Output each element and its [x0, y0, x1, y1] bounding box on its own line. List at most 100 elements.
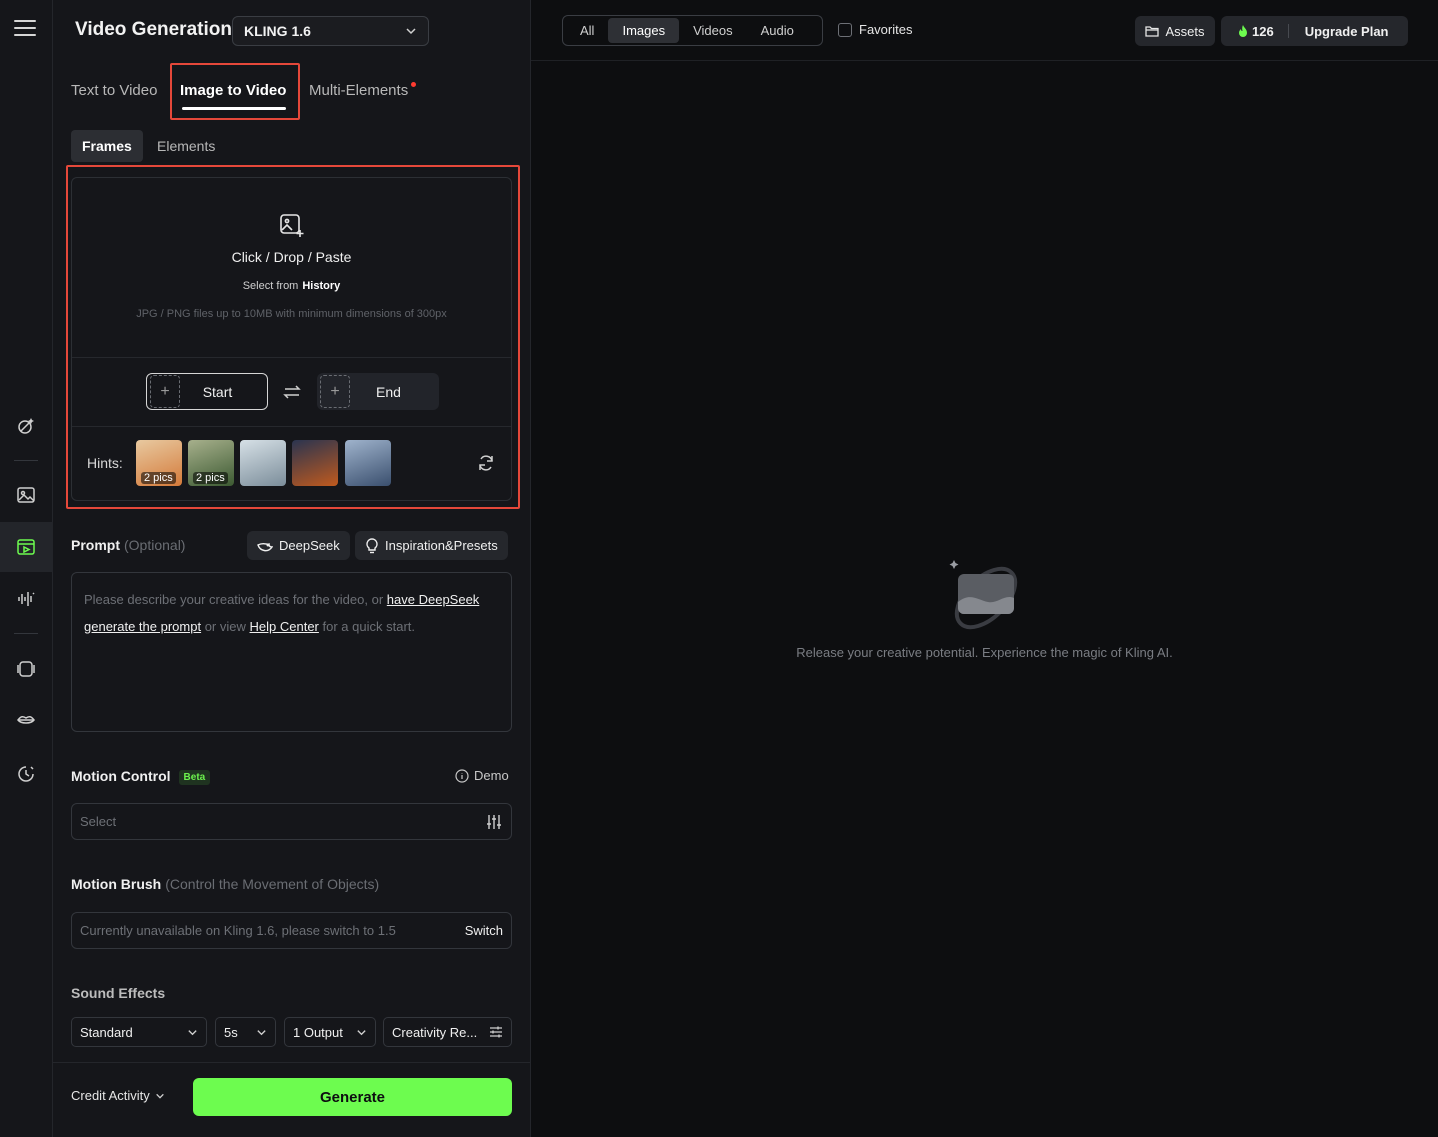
filter-all[interactable]: All — [566, 18, 608, 43]
menu-icon[interactable] — [14, 20, 36, 40]
output-count-value: 1 Output — [293, 1024, 343, 1040]
help-center-link[interactable]: Help Center — [250, 619, 319, 634]
filter-videos[interactable]: Videos — [679, 18, 747, 43]
deepseek-button[interactable]: DeepSeek — [247, 531, 350, 560]
chevron-down-icon — [406, 28, 416, 35]
assets-label: Assets — [1165, 23, 1205, 39]
creativity-settings[interactable]: Creativity Re... — [383, 1017, 512, 1047]
motion-brush-label: Motion Brush (Control the Movement of Obj… — [71, 876, 379, 892]
history-line: Select from History — [72, 280, 511, 292]
beta-badge: Beta — [178, 770, 211, 785]
upgrade-plan-button[interactable]: Upgrade Plan — [1289, 24, 1389, 39]
plan-widget[interactable]: 126 Upgrade Plan — [1221, 16, 1408, 46]
assets-button[interactable]: Assets — [1135, 16, 1215, 46]
hint-thumbnail[interactable] — [240, 440, 286, 486]
demo-link[interactable]: Demo — [455, 768, 509, 783]
prompt-placeholder-1: Please describe your creative ideas for … — [84, 592, 384, 607]
add-image-icon — [280, 214, 304, 237]
notification-dot — [411, 82, 416, 87]
plus-icon: + — [320, 375, 350, 408]
model-select-value: KLING 1.6 — [244, 23, 311, 39]
image-upload-area[interactable]: Click / Drop / Paste Select from History … — [71, 177, 512, 501]
top-bar: All Images Videos Audio Favorites Assets… — [531, 0, 1438, 61]
history-prefix: Select from — [242, 280, 299, 292]
filter-audio[interactable]: Audio — [747, 18, 808, 43]
switch-button[interactable]: Switch — [465, 923, 503, 938]
start-frame-button[interactable]: + Start — [146, 373, 268, 410]
prompt-placeholder-3: for a quick start. — [322, 619, 415, 634]
output-count-dropdown[interactable]: 1 Output — [284, 1017, 376, 1047]
demo-label: Demo — [474, 768, 509, 783]
subtab-frames[interactable]: Frames — [71, 130, 143, 162]
hint-thumbnail[interactable]: 2 pics — [188, 440, 234, 486]
rail-divider — [14, 633, 38, 634]
motion-control-select[interactable]: Select — [71, 803, 512, 840]
deepseek-icon — [257, 542, 273, 551]
highlight-box — [170, 63, 300, 120]
mode-dropdown[interactable]: Standard — [71, 1017, 207, 1047]
refresh-icon[interactable] — [476, 453, 496, 473]
hint-thumbnail[interactable] — [292, 440, 338, 486]
lightbulb-icon — [366, 537, 378, 553]
audio-wave-icon[interactable] — [14, 587, 38, 611]
duration-value: 5s — [224, 1024, 238, 1040]
chevron-down-icon — [357, 1029, 366, 1035]
favorites-checkbox[interactable]: Favorites — [838, 22, 912, 37]
prompt-label: Prompt (Optional) — [71, 537, 185, 553]
motion-brush-hint: (Control the Movement of Objects) — [165, 876, 380, 892]
subtab-elements[interactable]: Elements — [146, 130, 226, 162]
chevron-down-icon — [155, 1093, 164, 1099]
mode-value: Standard — [80, 1024, 133, 1040]
credit-activity-dropdown[interactable]: Credit Activity — [71, 1088, 165, 1103]
prompt-textarea[interactable]: Please describe your creative ideas for … — [71, 572, 512, 732]
motion-control-placeholder: Select — [80, 814, 117, 829]
model-select[interactable]: KLING 1.6 — [232, 16, 429, 46]
end-frame-button[interactable]: + End — [317, 373, 439, 410]
image-icon[interactable] — [14, 483, 38, 507]
divider — [72, 357, 511, 358]
generate-prompt-link[interactable]: generate the prompt — [84, 619, 201, 634]
history-icon[interactable] — [14, 762, 38, 786]
motion-brush-text: Motion Brush — [71, 876, 162, 892]
empty-state-illustration-icon — [949, 560, 1018, 630]
hint-thumbnail[interactable]: 2 pics — [136, 440, 182, 486]
left-rail — [0, 0, 53, 1137]
duration-dropdown[interactable]: 5s — [215, 1017, 276, 1047]
empty-state-text: Release your creative potential. Experie… — [796, 645, 1173, 660]
info-icon — [455, 768, 469, 783]
generate-button[interactable]: Generate — [193, 1078, 512, 1116]
sound-effects-label[interactable]: Sound Effects — [71, 985, 165, 1001]
folder-icon — [1145, 26, 1160, 37]
deepseek-link[interactable]: have DeepSeek — [387, 592, 480, 607]
frame-icon[interactable] — [14, 657, 38, 681]
credits-value: 126 — [1252, 23, 1274, 39]
prompt-label-text: Prompt — [71, 537, 120, 553]
tab-multi-elements[interactable]: Multi-Elements — [309, 82, 408, 99]
history-link[interactable]: History — [302, 280, 340, 292]
chevron-down-icon — [188, 1029, 197, 1035]
lips-icon[interactable] — [14, 708, 38, 732]
checkbox-icon — [838, 22, 852, 37]
credits-counter: 126 — [1221, 23, 1289, 39]
upload-note: JPG / PNG files up to 10MB with minimum … — [136, 308, 447, 320]
tab-text-to-video[interactable]: Text to Video — [71, 82, 157, 99]
hint-badge: 2 pics — [141, 472, 176, 484]
sparkle-brush-icon[interactable] — [14, 414, 38, 438]
swap-icon[interactable] — [282, 382, 302, 402]
video-icon[interactable] — [14, 535, 38, 559]
motion-control-label: Motion Control Beta — [71, 768, 211, 785]
motion-brush-field: Currently unavailable on Kling 1.6, plea… — [71, 912, 512, 949]
rail-divider — [14, 460, 38, 461]
hint-badge: 2 pics — [193, 472, 228, 484]
flame-icon — [1239, 25, 1247, 37]
media-filter-group: All Images Videos Audio — [562, 15, 823, 46]
creativity-value: Creativity Re... — [392, 1024, 478, 1040]
sliders-icon — [487, 814, 501, 829]
chevron-down-icon — [257, 1029, 266, 1035]
upload-title: Click / Drop / Paste — [231, 249, 352, 265]
inspiration-presets-button[interactable]: Inspiration&Presets — [355, 531, 508, 560]
start-frame-label: Start — [202, 383, 233, 400]
filter-images[interactable]: Images — [608, 18, 680, 43]
generation-panel: Video Generation KLING 1.6 Text to Video… — [53, 0, 531, 1137]
hint-thumbnail[interactable] — [345, 440, 391, 486]
